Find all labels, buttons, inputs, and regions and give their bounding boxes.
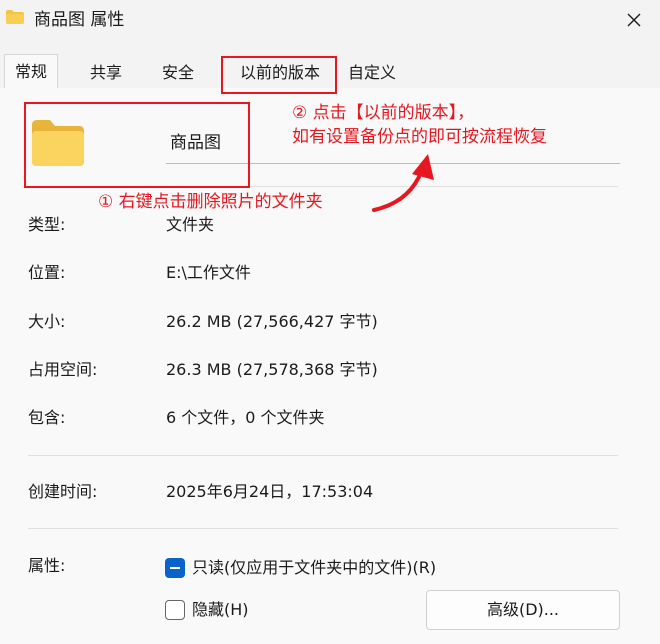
location-value: E:\工作文件 <box>166 263 251 282</box>
size-on-disk-label: 占用空间: <box>28 360 98 379</box>
attributes-label: 属性: <box>28 556 66 575</box>
tab-general[interactable]: 常规 <box>4 54 58 89</box>
annotation-step-2-line-1: ② 点击【以前的版本】， <box>292 103 475 123</box>
window-title: 商品图 属性 <box>34 10 125 30</box>
separator <box>28 528 618 529</box>
size-label: 大小: <box>28 312 66 331</box>
readonly-label[interactable]: 只读(仅应用于文件夹中的文件)(R) <box>192 557 436 579</box>
readonly-checkbox[interactable] <box>165 558 185 578</box>
close-icon <box>627 13 641 27</box>
hidden-checkbox[interactable] <box>165 600 185 620</box>
annotation-box-tab <box>221 56 337 94</box>
type-value: 文件夹 <box>166 215 215 234</box>
folder-icon <box>6 10 24 24</box>
tab-security[interactable]: 安全 <box>152 58 204 88</box>
size-value: 26.2 MB (27,566,427 字节) <box>166 312 378 331</box>
annotation-step-2-line-2: 如有设置备份点的即可按流程恢复 <box>292 127 547 147</box>
hidden-label[interactable]: 隐藏(H) <box>192 599 249 621</box>
created-value: 2025年6月24日，17:53:04 <box>166 482 374 501</box>
tab-customize[interactable]: 自定义 <box>340 58 404 88</box>
location-label: 位置: <box>28 263 66 282</box>
indeterminate-icon <box>170 567 180 569</box>
separator <box>28 455 618 456</box>
advanced-button[interactable]: 高级(D)... <box>426 590 620 630</box>
arrow-icon <box>372 154 434 212</box>
tab-sharing[interactable]: 共享 <box>80 58 132 88</box>
size-on-disk-value: 26.3 MB (27,578,368 字节) <box>166 360 378 379</box>
contains-value: 6 个文件，0 个文件夹 <box>166 408 325 427</box>
annotation-box-folder <box>24 102 250 188</box>
contains-label: 包含: <box>28 408 66 427</box>
close-button[interactable] <box>612 0 656 40</box>
created-label: 创建时间: <box>28 482 98 501</box>
annotation-step-1: ① 右键点击删除照片的文件夹 <box>98 192 323 212</box>
type-label: 类型: <box>28 215 66 234</box>
